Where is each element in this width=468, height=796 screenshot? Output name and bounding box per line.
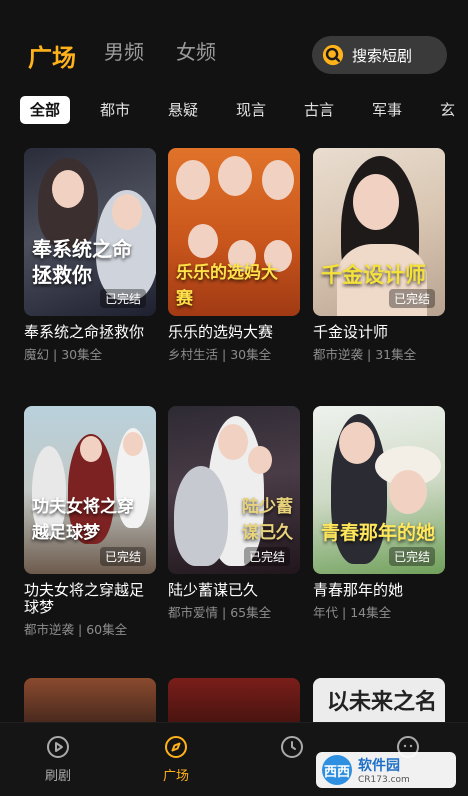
drama-poster[interactable] <box>168 678 300 722</box>
nav-item-watch[interactable]: 刷剧 <box>28 735 88 784</box>
watermark-text-group: 软件园 CR173.com <box>358 755 410 785</box>
play-circle-icon <box>47 736 69 758</box>
drama-poster[interactable] <box>24 678 156 722</box>
nav-label: 刷剧 <box>44 769 71 784</box>
drama-card[interactable]: 以未来之名 <box>313 678 445 722</box>
category-bar: 全部 都市 悬疑 现言 古言 军事 玄幻 <box>0 96 468 126</box>
poster-title-art: 千金设计师 <box>321 263 426 287</box>
drama-card[interactable]: 陆少蓄谋已久 已完结 陆少蓄谋已久 都市爱情 | 65集全 <box>168 406 300 621</box>
drama-title: 奉系统之命拯救你 <box>24 323 145 341</box>
watermark-badge: 西西 <box>322 755 352 785</box>
drama-meta: 都市逆袭 | 60集全 <box>24 622 128 637</box>
drama-title: 千金设计师 <box>313 323 389 341</box>
watermark-logo: 西西 软件园 CR173.com <box>316 752 456 788</box>
category-ancient-romance[interactable]: 古言 <box>304 96 334 124</box>
search-button[interactable]: 搜索短剧 <box>312 36 447 74</box>
category-military[interactable]: 军事 <box>372 96 402 124</box>
status-badge: 已完结 <box>243 547 290 566</box>
drama-title: 乐乐的选妈大赛 <box>168 323 274 341</box>
drama-poster[interactable]: 奉系统之命拯救你 已完结 <box>24 148 156 316</box>
drama-title: 功夫女将之穿越足球梦 <box>24 581 145 616</box>
top-tab-bar: 广场 男频 女频 搜索短剧 <box>0 0 468 100</box>
nav-item-3[interactable] <box>262 735 322 765</box>
history-icon <box>281 736 303 758</box>
drama-card[interactable] <box>24 678 156 722</box>
status-badge: 已完结 <box>99 289 146 308</box>
tab-female-channel[interactable]: 女频 <box>176 36 216 65</box>
nav-label: 广场 <box>162 769 189 784</box>
status-badge: 已完结 <box>388 547 435 566</box>
drama-title: 陆少蓄谋已久 <box>168 581 259 599</box>
tab-male-channel[interactable]: 男频 <box>104 36 144 65</box>
poster-title-art: 功夫女将之穿越足球梦 <box>32 497 134 543</box>
drama-poster[interactable]: 以未来之名 <box>313 678 445 722</box>
poster-title-art: 以未来之名 <box>327 690 438 715</box>
category-modern-romance[interactable]: 现言 <box>236 96 266 124</box>
compass-icon <box>165 736 187 758</box>
drama-poster[interactable]: 千金设计师 已完结 <box>313 148 445 316</box>
poster-title-art: 青春那年的她 <box>321 522 436 544</box>
category-all[interactable]: 全部 <box>20 96 71 124</box>
drama-poster[interactable]: 功夫女将之穿越足球梦 已完结 <box>24 406 156 574</box>
drama-card[interactable]: 千金设计师 已完结 千金设计师 都市逆袭 | 31集全 <box>313 148 445 363</box>
drama-meta: 都市逆袭 | 31集全 <box>313 347 417 362</box>
drama-card[interactable] <box>168 678 300 722</box>
drama-meta: 都市爱情 | 65集全 <box>168 605 272 620</box>
drama-meta: 魔幻 | 30集全 <box>24 347 103 362</box>
category-suspense[interactable]: 悬疑 <box>168 96 198 124</box>
nav-item-plaza[interactable]: 广场 <box>146 735 206 784</box>
drama-card[interactable]: 奉系统之命拯救你 已完结 奉系统之命拯救你 魔幻 | 30集全 <box>24 148 156 363</box>
drama-card[interactable]: 乐乐的选妈大赛 乐乐的选妈大赛 乡村生活 | 30集全 <box>168 148 300 363</box>
drama-poster[interactable]: 青春那年的她 已完结 <box>313 406 445 574</box>
poster-title-art: 奉系统之命拯救你 <box>32 237 132 287</box>
drama-poster[interactable]: 乐乐的选妈大赛 <box>168 148 300 316</box>
status-badge: 已完结 <box>99 547 146 566</box>
search-label: 搜索短剧 <box>352 46 413 65</box>
drama-meta: 年代 | 14集全 <box>313 605 392 620</box>
drama-meta: 乡村生活 | 30集全 <box>168 347 272 362</box>
search-icon <box>322 44 344 66</box>
tab-plaza[interactable]: 广场 <box>28 38 76 73</box>
watermark-text: 软件园 <box>358 758 400 774</box>
status-badge: 已完结 <box>388 289 435 308</box>
category-city[interactable]: 都市 <box>100 96 130 124</box>
poster-title-art: 陆少蓄谋已久 <box>242 497 293 543</box>
watermark-sub: CR173.com <box>358 775 410 785</box>
drama-title: 青春那年的她 <box>313 581 404 599</box>
drama-poster[interactable]: 陆少蓄谋已久 已完结 <box>168 406 300 574</box>
poster-title-art: 乐乐的选妈大赛 <box>176 263 278 309</box>
drama-card[interactable]: 功夫女将之穿越足球梦 已完结 功夫女将之穿越足球梦 都市逆袭 | 60集全 <box>24 406 156 638</box>
category-fantasy[interactable]: 玄幻 <box>440 96 468 124</box>
drama-card[interactable]: 青春那年的她 已完结 青春那年的她 年代 | 14集全 <box>313 406 445 621</box>
